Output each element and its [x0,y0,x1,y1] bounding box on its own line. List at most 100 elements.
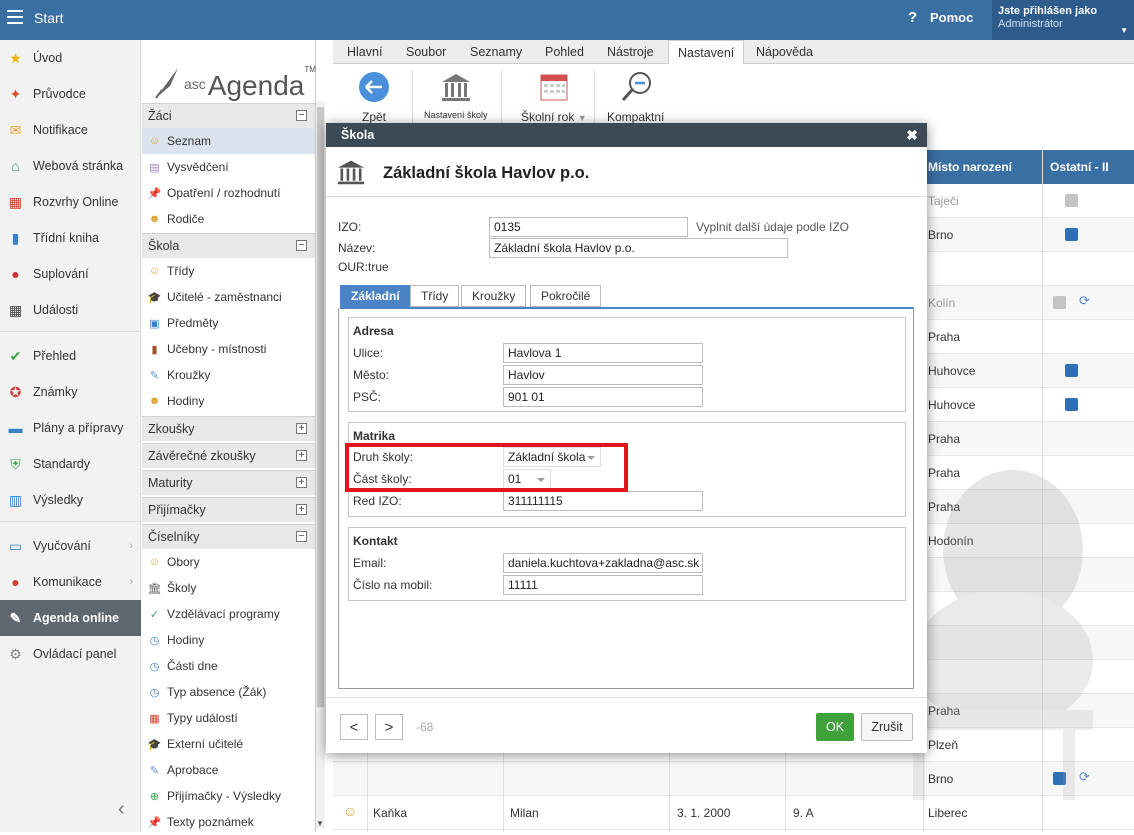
cancel-button[interactable]: Zrušit [861,713,913,741]
expand-icon[interactable]: + [296,504,307,515]
prev-record-button[interactable]: < [340,714,368,740]
tab-krouzky[interactable]: Kroužky [461,285,527,307]
nav-item-vysledky[interactable]: ▥ Výsledky [0,482,141,518]
nav-item-vyucovani[interactable]: ▭ Vyučování › [0,528,141,564]
menu-icon[interactable] [7,10,23,12]
school-settings-button[interactable]: Nastavení školy [424,70,488,120]
sync-icon[interactable]: ⟳ [1079,293,1092,308]
sidebar-item-typy-udalosti[interactable]: ▦ Typy událostí [142,705,315,731]
sidebar-item-seznam[interactable]: ☺ Seznam [142,128,315,154]
sidebar-item-skoly[interactable]: 🏛 Školy [142,575,315,601]
sidebar-item-externi-ucitele[interactable]: 🎓 Externí učitelé [142,731,315,757]
expand-icon[interactable]: + [296,450,307,461]
nav-item-prehled[interactable]: ✔ Přehled [0,338,141,374]
record-icon[interactable] [1065,228,1078,241]
nav-item-ovladaci-panel[interactable]: ⚙ Ovládací panel [0,636,141,672]
nav-item-rozvrhy[interactable]: ▦ Rozvrhy Online [0,184,141,220]
collapse-icon[interactable]: − [296,531,307,542]
tab-seznamy[interactable]: Seznamy [461,40,531,64]
sidebar-item-opatreni[interactable]: 📌 Opatření / rozhodnutí [142,180,315,206]
sidebar-item-casti-dne[interactable]: ◷ Části dne [142,653,315,679]
nav-item-agenda[interactable]: ✎ Agenda online [0,600,141,636]
sidebar-item-hodiny2[interactable]: ◷ Hodiny [142,627,315,653]
collapse-icon[interactable]: − [296,110,307,121]
tab-tridy[interactable]: Třídy [410,285,460,307]
sidebar-item-obory[interactable]: ☺ Obory [142,549,315,575]
sidebar-item-ucebny[interactable]: ▮ Učebny - místnosti [142,336,315,362]
sidebar-item-aprobace[interactable]: ✎ Aprobace [142,757,315,783]
nav-item-komunikace[interactable]: ● Komunikace › [0,564,141,600]
sidebar-item-predmety[interactable]: ▣ Předměty [142,310,315,336]
izo-fill-link[interactable]: Vyplnit další údaje podle IZO [696,220,849,234]
nav-item-pruvodce[interactable]: ✦ Průvodce [0,76,141,112]
scroll-down-icon[interactable]: ▼ [316,819,324,828]
tab-nastaveni[interactable]: Nastavení [668,40,745,65]
sidebar-item-texty-poznamek[interactable]: 📌 Texty poznámek [142,809,315,835]
expand-icon[interactable]: + [296,423,307,434]
sidebar-item-ucitele[interactable]: 🎓 Učitelé - zaměstnanci [142,284,315,310]
street-input[interactable]: Havlova 1 [503,343,703,363]
scrollbar-thumb[interactable] [317,107,324,707]
help-button[interactable]: Pomoc [930,10,973,25]
section-skola[interactable]: Škola − [142,233,315,258]
col-header-other[interactable]: Ostatní - II [1050,160,1109,174]
help-icon[interactable]: ? [908,9,917,26]
next-record-button[interactable]: > [375,714,403,740]
tab-zakladni[interactable]: Základní [340,285,411,307]
tab-soubor[interactable]: Soubor [397,40,455,64]
nav-item-uvod[interactable]: ★ Úvod [0,40,141,76]
section-label: Škola [148,239,180,253]
expand-icon[interactable]: + [296,477,307,488]
start-label[interactable]: Start [34,10,64,26]
izo-input[interactable]: 0135 [489,217,688,237]
back-button[interactable]: Zpět [357,70,391,124]
city-input[interactable]: Havlov [503,365,703,385]
section-zaverecne[interactable]: Závěrečné zkoušky + [142,443,315,468]
nav-item-tridni-kniha[interactable]: ▮ Třídní kniha [0,220,141,256]
zip-input[interactable]: 901 01 [503,387,703,407]
tab-napoveda[interactable]: Nápověda [747,40,822,64]
collapse-nav-icon[interactable]: ‹ [118,798,125,821]
sidebar-item-programy[interactable]: ✓ Vzdělávací programy [142,601,315,627]
tab-pokrocile[interactable]: Pokročilé [530,285,602,307]
tab-hlavni[interactable]: Hlavní [338,40,391,64]
name-input[interactable]: Základní škola Havlov p.o. [489,238,788,258]
record-icon[interactable] [1065,398,1078,411]
nav-label: Plány a přípravy [33,421,124,435]
compact-button[interactable]: Kompaktní [607,70,664,124]
nav-item-notifikace[interactable]: ✉ Notifikace [0,112,141,148]
collapse-icon[interactable]: − [296,240,307,251]
record-icon[interactable] [1065,364,1078,377]
redizo-input[interactable]: 311111115 [503,491,703,511]
col-header-birthplace[interactable]: Místo narození [928,160,1012,174]
section-maturity[interactable]: Maturity + [142,470,315,495]
user-menu[interactable]: Jste přihlášen jako Administrátor ▼ [992,0,1134,40]
nav-item-udalosti[interactable]: ▦ Události [0,292,141,328]
sidebar-item-vysvedceni[interactable]: ▤ Vysvědčení [142,154,315,180]
nav-item-web[interactable]: ⌂ Webová stránka [0,148,141,184]
nav-item-suplovani[interactable]: ● Suplování [0,256,141,292]
school-year-button[interactable]: Školní rok ▼ [521,70,587,124]
section-zaci[interactable]: Žáci − [142,103,315,128]
mobile-input[interactable]: 11111 [503,575,703,595]
close-icon[interactable]: ✖ [906,127,918,144]
sidebar-item-tridy[interactable]: ☺ Třídy [142,258,315,284]
sidebar-item-rodice[interactable]: ☻ Rodiče [142,206,315,232]
sidebar-scrollbar[interactable]: ▼ [316,101,325,828]
section-prijimacky[interactable]: Přijímačky + [142,497,315,522]
nav-item-plany[interactable]: ▬ Plány a přípravy [0,410,141,446]
tab-nastroje[interactable]: Nástroje [598,40,663,64]
nav-item-znamky[interactable]: ✪ Známky [0,374,141,410]
sidebar-item-hodiny[interactable]: ☻ Hodiny [142,388,315,414]
nav-item-standardy[interactable]: ⛨ Standardy [0,446,141,482]
ok-button[interactable]: OK [816,713,854,741]
section-ciselniky[interactable]: Číselníky − [142,524,315,549]
email-input[interactable]: daniela.kuchtova+zakladna@asc.sk [503,553,703,573]
sidebar-item-krouzky[interactable]: ✎ Kroužky [142,362,315,388]
tab-pohled[interactable]: Pohled [536,40,593,64]
section-zkousky[interactable]: Zkoušky + [142,416,315,441]
record-icon[interactable] [1053,296,1066,309]
sidebar-item-prijimacky-vysledky[interactable]: ⊕ Přijímačky - Výsledky [142,783,315,809]
record-icon[interactable] [1065,194,1078,207]
sidebar-item-typ-absence[interactable]: ◷ Typ absence (Žák) [142,679,315,705]
